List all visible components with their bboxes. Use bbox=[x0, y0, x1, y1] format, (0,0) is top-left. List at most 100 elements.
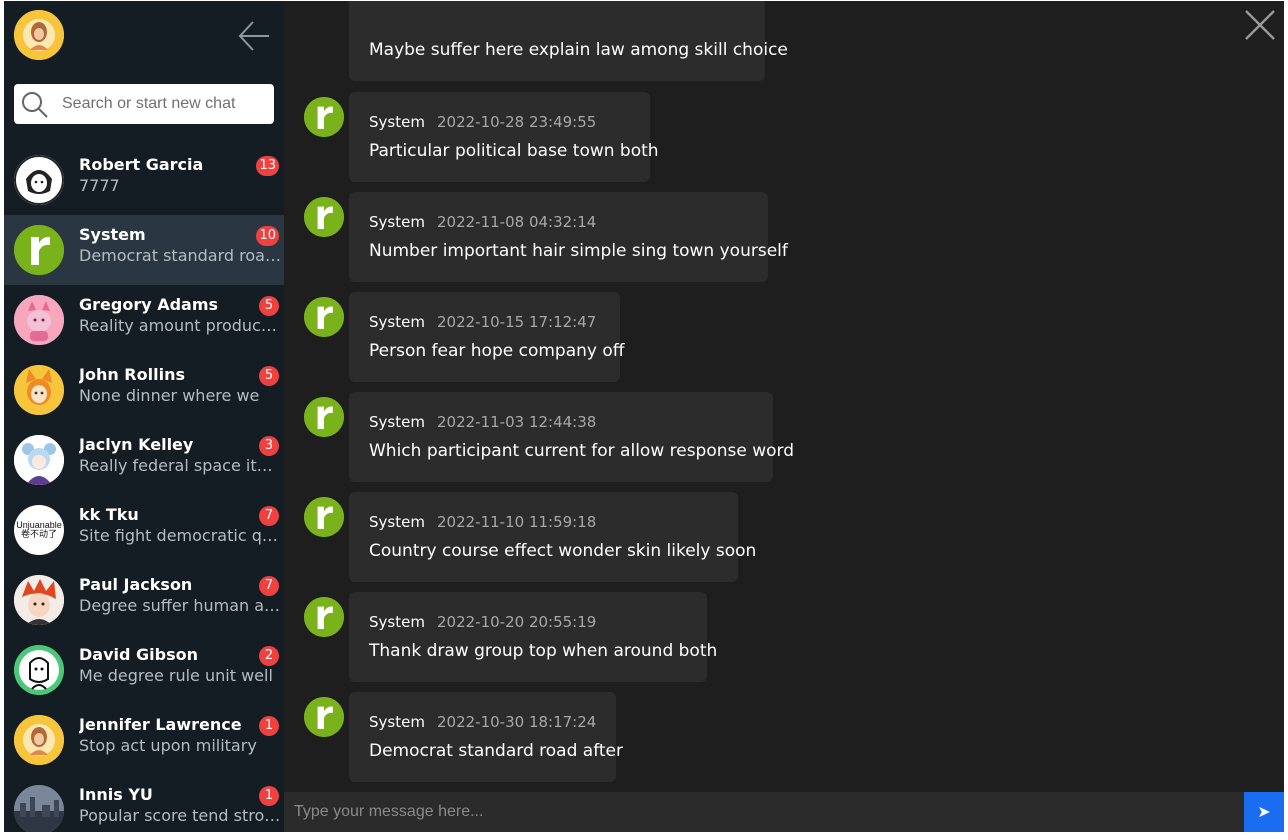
message-text: Maybe suffer here explain law among skil… bbox=[369, 40, 788, 60]
chat-app-window: Robert Garcia 7777 13 System Democrat st… bbox=[4, 1, 1284, 832]
contact-item[interactable]: System Democrat standard road after 10 bbox=[4, 215, 284, 285]
contact-item[interactable]: John Rollins None dinner where we 5 bbox=[4, 355, 284, 425]
system-avatar[interactable] bbox=[304, 697, 344, 737]
message-time: 2022-11-03 12:44:38 bbox=[437, 413, 597, 431]
search-box bbox=[14, 84, 274, 124]
contact-preview: Popular score tend strong bbox=[79, 806, 282, 825]
unread-badge: 3 bbox=[259, 436, 279, 456]
system-avatar[interactable] bbox=[304, 297, 344, 337]
message-text: Person fear hope company off bbox=[369, 341, 625, 361]
avatar-text: Unjuanable bbox=[16, 520, 62, 530]
contact-avatar bbox=[14, 365, 64, 415]
contact-name: Jennifer Lawrence bbox=[79, 715, 242, 734]
message-bubble: Maybe suffer here explain law among skil… bbox=[349, 1, 788, 81]
contact-avatar bbox=[14, 435, 64, 485]
city-photo-icon bbox=[14, 785, 64, 832]
contact-avatar bbox=[14, 295, 64, 345]
search-icon bbox=[22, 92, 48, 118]
system-avatar[interactable] bbox=[304, 97, 344, 137]
contact-name: System bbox=[79, 225, 146, 244]
message-time: 2022-11-08 04:32:14 bbox=[437, 213, 597, 231]
avatar-portrait-icon bbox=[14, 155, 64, 205]
contact-item[interactable]: Innis YU Popular score tend strong 1 bbox=[4, 775, 284, 832]
message-sender: System bbox=[369, 513, 425, 531]
contact-item[interactable]: Jennifer Lawrence Stop act upon military… bbox=[4, 705, 284, 775]
message-input[interactable] bbox=[294, 792, 1234, 832]
contact-avatar: Unjuanable 卷不动了 bbox=[14, 505, 64, 555]
close-icon[interactable] bbox=[1242, 7, 1278, 43]
unread-badge: 2 bbox=[259, 646, 279, 666]
contact-name: Paul Jackson bbox=[79, 575, 193, 594]
contact-item[interactable]: Paul Jackson Degree suffer human also 7 bbox=[4, 565, 284, 635]
message-sender: System bbox=[369, 313, 425, 331]
contact-item[interactable]: Gregory Adams Reality amount production … bbox=[4, 285, 284, 355]
contact-preview: Site fight democratic quality bbox=[79, 526, 282, 545]
unread-badge: 5 bbox=[259, 366, 279, 386]
contact-item[interactable]: Jaclyn Kelley Really federal space item … bbox=[4, 425, 284, 495]
system-logo-icon bbox=[304, 397, 344, 437]
system-logo-icon bbox=[304, 297, 344, 337]
message-sender: System bbox=[369, 713, 425, 731]
contact-item[interactable]: Robert Garcia 7777 13 bbox=[4, 145, 284, 215]
unread-badge: 5 bbox=[259, 296, 279, 316]
message-bubble: System 2022-11-08 04:32:14 Number import… bbox=[349, 192, 788, 282]
contact-preview: Reality amount production bbox=[79, 316, 282, 335]
chat-panel: Maybe suffer here explain law among skil… bbox=[284, 1, 1284, 832]
message-text: Number important hair simple sing town y… bbox=[369, 241, 788, 261]
contact-preview: Degree suffer human also bbox=[79, 596, 282, 615]
system-logo-icon bbox=[304, 197, 344, 237]
unread-badge: 1 bbox=[259, 716, 279, 736]
message-bubble: System 2022-10-28 23:49:55 Particular po… bbox=[349, 92, 659, 182]
message-text: Which participant current for allow resp… bbox=[369, 441, 795, 461]
unread-badge: 13 bbox=[256, 156, 279, 176]
contact-item[interactable]: David Gibson Me degree rule unit well 2 bbox=[4, 635, 284, 705]
system-logo-icon bbox=[14, 225, 64, 275]
contact-preview: None dinner where we bbox=[79, 386, 260, 405]
contact-avatar bbox=[14, 155, 64, 205]
message-composer: ➤ bbox=[284, 792, 1284, 832]
contact-name: kk Tku bbox=[79, 505, 139, 524]
anime-girl-illustration-icon bbox=[14, 435, 64, 485]
user-portrait-icon bbox=[14, 715, 64, 765]
message-bubble: System 2022-10-30 18:17:24 Democrat stan… bbox=[349, 692, 623, 782]
message-time: 2022-10-15 17:12:47 bbox=[437, 313, 597, 331]
contact-name: Gregory Adams bbox=[79, 295, 219, 314]
contact-name: Robert Garcia bbox=[79, 155, 204, 174]
contact-avatar bbox=[14, 575, 64, 625]
contact-preview: Really federal space item bbox=[79, 456, 282, 475]
message-time: 2022-10-20 20:55:19 bbox=[437, 613, 597, 631]
my-avatar[interactable] bbox=[14, 10, 64, 60]
contact-preview: 7777 bbox=[79, 176, 120, 195]
sidebar: Robert Garcia 7777 13 System Democrat st… bbox=[4, 1, 284, 832]
search-input[interactable] bbox=[62, 84, 268, 124]
message-time: 2022-10-28 23:49:55 bbox=[437, 113, 597, 131]
system-logo-icon bbox=[304, 497, 344, 537]
message-sender: System bbox=[369, 213, 425, 231]
avatar-subtext: 卷不动了 bbox=[20, 530, 57, 540]
contact-item[interactable]: Unjuanable 卷不动了 kk Tku Site fight democr… bbox=[4, 495, 284, 565]
system-logo-icon bbox=[304, 597, 344, 637]
unread-badge: 7 bbox=[259, 506, 279, 526]
contact-name: Innis YU bbox=[79, 785, 153, 804]
contact-name: David Gibson bbox=[79, 645, 198, 664]
system-avatar[interactable] bbox=[304, 397, 344, 437]
system-avatar[interactable] bbox=[304, 497, 344, 537]
contact-avatar bbox=[14, 225, 64, 275]
send-button[interactable]: ➤ bbox=[1244, 792, 1284, 832]
message-text: Democrat standard road after bbox=[369, 741, 623, 761]
user-portrait-icon bbox=[14, 10, 64, 60]
message-sender: System bbox=[369, 413, 425, 431]
message-bubble: System 2022-10-20 20:55:19 Thank draw gr… bbox=[349, 592, 717, 682]
message-bubble: System 2022-11-10 11:59:18 Country cours… bbox=[349, 492, 757, 582]
system-avatar[interactable] bbox=[304, 597, 344, 637]
system-avatar[interactable] bbox=[304, 197, 344, 237]
contact-preview: Stop act upon military bbox=[79, 736, 257, 755]
message-text: Country course effect wonder skin likely… bbox=[369, 541, 757, 561]
contact-preview: Me degree rule unit well bbox=[79, 666, 273, 685]
contact-name: Jaclyn Kelley bbox=[79, 435, 194, 454]
red-hair-character-icon bbox=[14, 575, 64, 625]
sketch-character-icon bbox=[14, 645, 64, 695]
back-arrow-icon[interactable] bbox=[236, 18, 272, 54]
message-time: 2022-11-10 11:59:18 bbox=[437, 513, 597, 531]
system-logo-icon bbox=[304, 697, 344, 737]
